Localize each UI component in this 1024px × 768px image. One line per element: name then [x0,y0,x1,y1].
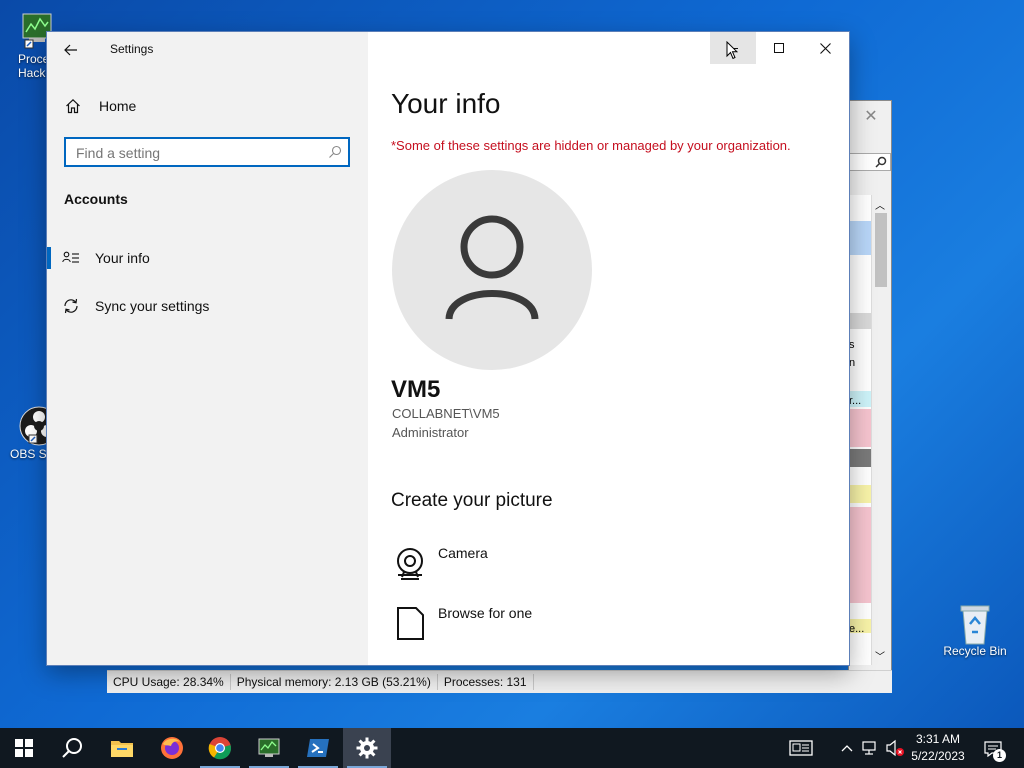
taskbar-search-button[interactable] [48,728,96,768]
nav-home-label: Home [99,98,137,114]
background-window[interactable]: ✕ s n r... e... ︿ ﹀ [848,100,892,692]
camera-icon [397,548,423,580]
arrow-left-icon [64,44,77,56]
chevron-up-icon[interactable]: ︿ [875,197,885,212]
chevron-up-icon [841,745,853,752]
start-button[interactable] [0,728,48,768]
search-input[interactable] [74,143,318,163]
minimize-button[interactable] [710,32,756,64]
maximize-button[interactable] [756,32,802,64]
list-item: e... [849,623,865,635]
section-heading: Accounts [64,191,128,207]
news-icon [789,740,813,756]
process-count: Processes: 131 [438,674,534,690]
user-role: Administrator [392,425,469,440]
settings-nav-pane: Settings Home Accounts Your info Sync yo… [47,32,368,665]
list-item: r... [849,395,862,407]
news-widget-button[interactable] [786,738,816,758]
taskbar-chrome[interactable] [196,728,244,768]
status-bar: CPU Usage: 28.34% Physical memory: 2.13 … [107,670,892,693]
sidebar-item-sync-settings[interactable]: Sync your settings [47,286,368,326]
managed-notice: *Some of these settings are hidden or ma… [391,138,791,153]
close-icon[interactable]: ✕ [861,107,881,127]
settings-content-pane: Your info *Some of these settings are hi… [368,32,849,665]
nav-home[interactable]: Home [47,86,368,126]
window-title: Settings [110,42,154,56]
back-button[interactable] [59,38,83,62]
page-title: Your info [391,88,501,119]
taskbar-file-explorer[interactable] [98,728,146,768]
taskbar-process-hacker[interactable] [245,728,293,768]
person-list-icon [47,251,95,265]
file-icon [397,607,424,640]
sidebar-item-label: Your info [95,250,150,266]
home-icon [47,98,99,114]
close-icon [819,42,831,54]
option-label: Browse for one [438,605,533,621]
recycle-bin-icon [955,602,995,645]
search-icon [62,738,82,758]
sidebar-item-label: Sync your settings [95,298,210,314]
user-name: VM5 [391,376,441,403]
settings-icon [356,737,378,759]
chevron-down-icon[interactable]: ﹀ [875,648,885,663]
option-label: Camera [438,545,488,561]
selection-indicator [47,247,51,269]
search-box[interactable] [64,137,350,167]
chrome-icon [208,737,232,760]
clock-date: 5/22/2023 [911,749,965,763]
create-picture-heading: Create your picture [391,490,553,511]
powershell-icon [307,739,329,757]
settings-window[interactable]: Settings Home Accounts Your info Sync yo… [47,32,849,665]
volume-muted-icon [886,739,904,757]
user-icon [445,215,539,320]
avatar [392,170,592,370]
physical-memory: Physical memory: 2.13 GB (53.21%) [231,674,438,690]
search-icon[interactable] [849,153,891,171]
scrollbar[interactable]: ︿ ﹀ [871,195,890,665]
firefox-icon [161,737,183,759]
show-hidden-icons-button[interactable] [838,738,856,758]
cpu-usage: CPU Usage: 28.34% [107,674,231,690]
taskbar: 3:31 AM 5/22/2023 1 [0,728,1024,768]
sync-icon [47,297,95,315]
process-list[interactable]: s n r... e... [849,195,871,665]
file-explorer-icon [111,741,133,757]
process-hacker-icon [258,738,280,757]
taskbar-firefox[interactable] [148,728,196,768]
user-account: COLLABNET\VM5 [392,406,500,421]
clock[interactable]: 3:31 AM 5/22/2023 [906,731,970,765]
search-icon[interactable] [328,145,342,159]
camera-option[interactable]: Camera [391,540,691,584]
volume-button[interactable] [884,738,906,758]
sidebar-item-your-info[interactable]: Your info [47,238,368,278]
close-button[interactable] [802,32,848,64]
list-item: s [849,339,855,351]
list-item: n [849,357,856,369]
desktop-icon-label: Recycle Bin [943,644,1007,658]
maximize-icon [774,43,784,53]
browse-option[interactable]: Browse for one [391,600,691,644]
desktop-icon-recycle-bin[interactable]: Recycle Bin [940,602,1010,658]
notification-badge: 1 [993,749,1006,762]
network-button[interactable] [860,738,880,758]
mouse-cursor-icon [726,41,738,60]
taskbar-powershell[interactable] [294,728,342,768]
network-icon [862,741,876,755]
clock-time: 3:31 AM [915,732,961,746]
windows-logo-icon [15,739,33,757]
taskbar-settings[interactable] [343,728,391,768]
action-center-button[interactable]: 1 [980,738,1006,762]
